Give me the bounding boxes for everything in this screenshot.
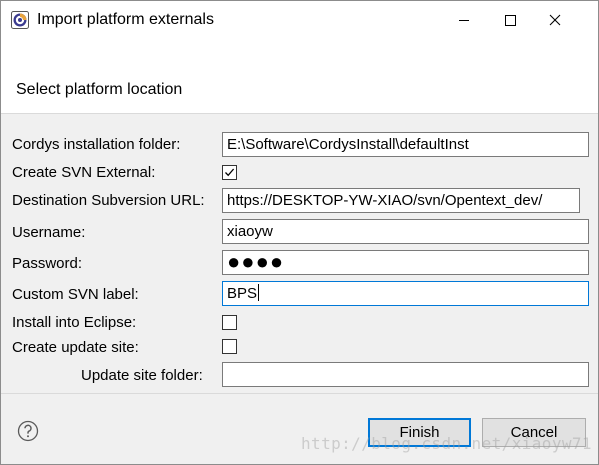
custom-svn-label-value: BPS bbox=[227, 285, 258, 302]
maximize-icon bbox=[505, 15, 516, 26]
password-masked-value: ●●●● bbox=[227, 250, 285, 274]
close-icon bbox=[549, 14, 561, 26]
watermark: http://blog.csdn.net/xiaoyw71 bbox=[301, 434, 592, 453]
installation-folder-label: Cordys installation folder: bbox=[12, 136, 181, 153]
installation-folder-value: E:\Software\CordysInstall\defaultInst bbox=[227, 136, 469, 153]
create-update-site-checkbox[interactable] bbox=[222, 339, 237, 354]
install-into-eclipse-checkbox[interactable] bbox=[222, 315, 237, 330]
minimize-icon bbox=[459, 20, 469, 21]
installation-folder-field[interactable]: E:\Software\CordysInstall\defaultInst bbox=[222, 132, 589, 157]
close-button[interactable] bbox=[532, 1, 578, 39]
minimize-button[interactable] bbox=[441, 1, 487, 39]
import-dialog: Import platform externals Select platfor… bbox=[0, 0, 599, 465]
help-icon bbox=[17, 420, 39, 442]
username-value: xiaoyw bbox=[227, 223, 273, 240]
password-field[interactable]: ●●●● bbox=[222, 250, 589, 275]
update-site-folder-label: Update site folder: bbox=[81, 367, 203, 384]
destination-url-label: Destination Subversion URL: bbox=[12, 192, 205, 209]
create-svn-external-label: Create SVN External: bbox=[12, 164, 156, 181]
update-site-folder-field[interactable] bbox=[222, 362, 589, 387]
eclipse-icon bbox=[11, 11, 29, 29]
username-field[interactable]: xiaoyw bbox=[222, 219, 589, 244]
create-svn-external-checkbox[interactable] bbox=[222, 165, 237, 180]
footer-divider bbox=[1, 393, 598, 394]
username-label: Username: bbox=[12, 224, 86, 241]
title-bar: Import platform externals bbox=[1, 1, 598, 39]
custom-svn-label-label: Custom SVN label: bbox=[12, 286, 139, 303]
custom-svn-label-field[interactable]: BPS bbox=[222, 281, 589, 306]
destination-url-value: https://DESKTOP-YW-XIAO/svn/Opentext_dev… bbox=[227, 192, 543, 209]
install-into-eclipse-label: Install into Eclipse: bbox=[12, 314, 137, 331]
create-update-site-label: Create update site: bbox=[12, 339, 139, 356]
text-caret bbox=[258, 284, 260, 301]
header-divider bbox=[1, 113, 598, 114]
window-title: Import platform externals bbox=[37, 11, 214, 28]
password-label: Password: bbox=[12, 255, 83, 272]
maximize-button[interactable] bbox=[487, 1, 533, 39]
checkmark-icon bbox=[225, 168, 235, 177]
page-title: Select platform location bbox=[16, 81, 183, 98]
help-button[interactable] bbox=[17, 420, 39, 442]
destination-url-field[interactable]: https://DESKTOP-YW-XIAO/svn/Opentext_dev… bbox=[222, 188, 580, 213]
wizard-header: Select platform location bbox=[1, 39, 598, 113]
